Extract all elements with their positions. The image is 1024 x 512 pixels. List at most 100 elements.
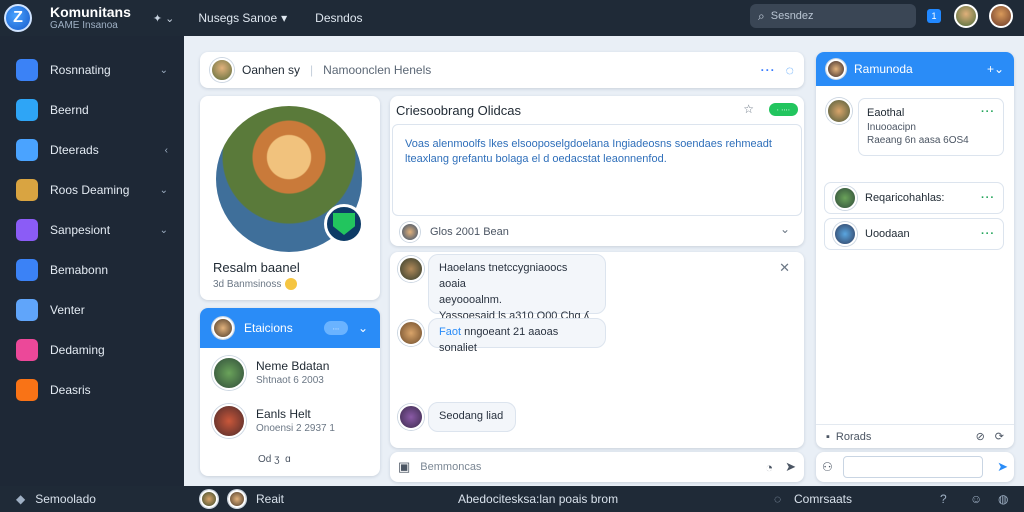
bottom-avatar[interactable]: [228, 490, 246, 508]
message-avatar[interactable]: [398, 404, 424, 430]
star-icon[interactable]: ☆: [743, 102, 754, 116]
chevron-down-icon[interactable]: ⌄: [358, 321, 368, 335]
member-avatar[interactable]: [833, 186, 857, 210]
member-card[interactable]: Reqaricohahlas: ···: [824, 182, 1004, 214]
help-icon[interactable]: ?: [940, 492, 947, 506]
member-avatar[interactable]: [826, 98, 852, 124]
top-menu-dropdown[interactable]: Nusegs Sanoe ▾: [198, 11, 287, 25]
friend-avatar[interactable]: [212, 404, 246, 438]
more-options-icon[interactable]: ···: [981, 228, 995, 240]
friend-row[interactable]: Eanls Helt Onoensi 2 2937 1: [200, 398, 380, 444]
members-footer-label[interactable]: Rorads: [836, 431, 871, 443]
search-box[interactable]: ⌕: [750, 4, 916, 28]
emoji-icon[interactable]: ☺: [970, 492, 982, 506]
app-logo[interactable]: Z: [0, 0, 36, 36]
sidebar-item[interactable]: Dedaming: [0, 330, 184, 370]
members-header-avatar: [826, 59, 846, 79]
message-avatar[interactable]: [398, 256, 424, 282]
send-icon[interactable]: ➤: [997, 459, 1008, 475]
chevron-icon[interactable]: ⌄: [160, 225, 168, 236]
friend-name: Eanls Helt: [256, 407, 311, 422]
message-text: Seodang liad: [439, 410, 504, 422]
chevron-icon[interactable]: ‹: [165, 145, 168, 156]
channel-name: Namoonclen Henels: [323, 63, 432, 77]
user-avatar[interactable]: [954, 4, 978, 28]
top-menu-label: Nusegs Sanoe: [198, 11, 278, 25]
bottom-mid-label: Reait: [256, 492, 285, 506]
settings-icon[interactable]: ⊘: [976, 430, 985, 443]
chevron-icon[interactable]: ⌄: [160, 65, 168, 76]
sidebar-item-label: Bemabonn: [50, 263, 109, 277]
post-title: Criesoobrang Olidcas: [396, 103, 522, 118]
more-options-icon[interactable]: ···: [761, 63, 776, 77]
sidebar-item[interactable]: Venter: [0, 290, 184, 330]
logo-icon: Z: [4, 4, 32, 32]
friends-count-pill[interactable]: ∙∙∙: [323, 321, 348, 335]
friend-info: Neme Bdatan Shtnaot 6 2003: [256, 358, 329, 388]
top-menu-item[interactable]: Desndos: [315, 11, 362, 25]
sidebar-item[interactable]: Beernd: [0, 90, 184, 130]
friend-avatar[interactable]: [212, 356, 246, 390]
search-input[interactable]: [770, 10, 901, 22]
status-badge: ∙ ∙∙∙∙: [768, 103, 798, 116]
brand-subtitle: GAME Insanoa: [50, 20, 118, 31]
comment-icon[interactable]: ◌: [774, 492, 781, 506]
user-avatar-secondary[interactable]: [989, 4, 1013, 28]
emoji-icon[interactable]: ◔: [765, 460, 773, 475]
image-icon[interactable]: ▣: [398, 459, 410, 475]
chat-icon[interactable]: ◌: [786, 62, 794, 78]
friends-footer[interactable]: Od ʒ ɑ: [258, 454, 291, 465]
users-icon[interactable]: ⚇: [822, 460, 833, 474]
members-footer: ▪ Rorads ⊘ ⟳: [816, 424, 1014, 448]
home-icon[interactable]: ◆: [16, 492, 25, 506]
more-options-icon[interactable]: ···: [981, 192, 995, 204]
sidebar-item[interactable]: Dteerads ‹: [0, 130, 184, 170]
send-icon[interactable]: ➤: [785, 459, 796, 475]
member-avatar[interactable]: [833, 222, 857, 246]
member-search: ⚇ ➤: [816, 452, 1014, 482]
brand: Komunitans GAME Insanoa: [50, 5, 131, 31]
refresh-icon[interactable]: ⟳: [995, 430, 1004, 443]
member-name: Eaothal: [867, 107, 905, 120]
bottom-avatar[interactable]: [200, 490, 218, 508]
sidebar-item[interactable]: Bemabonn: [0, 250, 184, 290]
sidebar-item[interactable]: Sanpesiont ⌄: [0, 210, 184, 250]
post-author-avatar[interactable]: [400, 222, 420, 242]
chevron-down-icon[interactable]: ⌄: [780, 222, 790, 236]
member-name: Reqaricohahlas:: [865, 192, 945, 204]
member-search-input[interactable]: [842, 456, 983, 478]
profile-name: Resalm baanel: [213, 260, 300, 275]
profile-sub-text: 3d Banmsinoss: [213, 278, 282, 290]
member-card[interactable]: Uoodaan ···: [824, 218, 1004, 250]
sidebar-item-icon: [16, 59, 38, 81]
friend-info: Eanls Helt Onoensi 2 2937 1: [256, 406, 335, 436]
chevron-icon[interactable]: ⌄: [160, 185, 168, 196]
more-icon[interactable]: ✦ ⌄: [153, 12, 175, 25]
notification-badge[interactable]: 1: [927, 9, 941, 23]
bottom-right-label[interactable]: Comrsaats: [794, 492, 852, 506]
top-bar: Z Komunitans GAME Insanoa ✦ ⌄ Nusegs San…: [0, 0, 1024, 36]
member-card[interactable]: Eaothal Inuooacipn Raeang 6n aasa 6OS4 ·…: [858, 98, 1004, 156]
close-icon[interactable]: ✕: [779, 260, 790, 276]
sidebar-item[interactable]: Rosnnating ⌄: [0, 50, 184, 90]
sidebar-item[interactable]: Roos Deaming ⌄: [0, 170, 184, 210]
more-options-icon[interactable]: ···: [981, 105, 995, 120]
bottom-left-label[interactable]: Semoolado: [35, 492, 96, 506]
message-link[interactable]: Faot: [439, 326, 461, 338]
add-member-icon[interactable]: +⌄: [987, 62, 1004, 76]
message-composer: ▣ ◔ ➤: [390, 452, 804, 482]
message-line: Haoelans tnetccygniaoocs aoaia: [439, 262, 568, 290]
friend-row[interactable]: Neme Bdatan Shtnaot 6 2003: [200, 350, 380, 396]
coin-icon: [285, 278, 298, 290]
sidebar-item-label: Dedaming: [50, 343, 105, 357]
profile-subtitle: 3d Banmsinoss: [213, 278, 298, 290]
members-header: Ramunoda +⌄: [816, 52, 1014, 86]
sidebar-item-label: Beernd: [50, 103, 89, 117]
conversation-avatar[interactable]: [210, 58, 234, 82]
caret-down-icon: ▾: [281, 11, 288, 25]
chat-icon[interactable]: ◍: [998, 492, 1008, 506]
message-input[interactable]: [420, 461, 721, 473]
message-avatar[interactable]: [398, 320, 424, 346]
member-line: Inuooacipn: [867, 121, 916, 133]
sidebar-item[interactable]: Deasris: [0, 370, 184, 410]
